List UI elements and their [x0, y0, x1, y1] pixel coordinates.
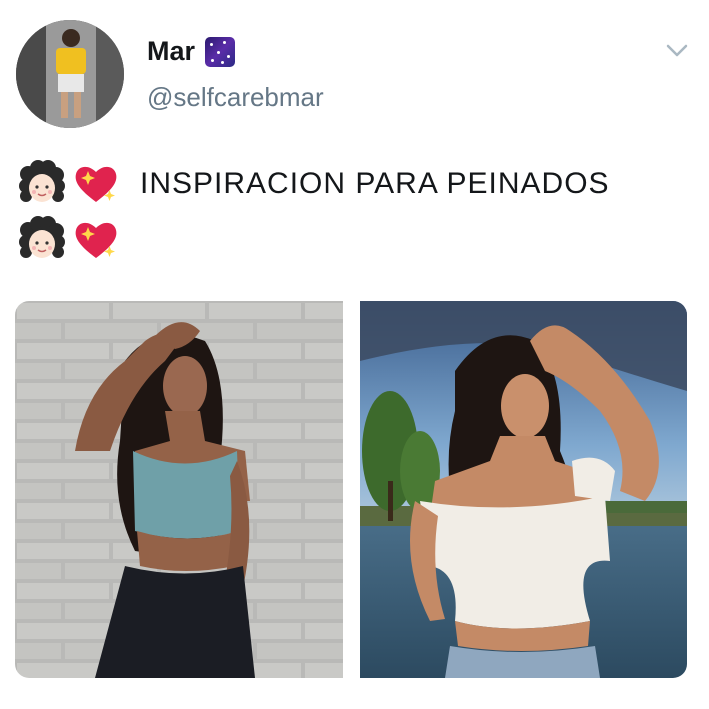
user-handle[interactable]: @selfcarebmar [147, 82, 324, 113]
sparkling-heart-icon [72, 216, 120, 264]
photo-lake-sunset[interactable] [360, 301, 687, 678]
woman-curly-hair-icon [18, 160, 66, 208]
avatar-photo [16, 20, 124, 128]
tweet-line-1: INSPIRACION PARA PEINADOS [18, 160, 610, 208]
tweet-line-2 [18, 216, 126, 264]
milky-way-icon [205, 36, 236, 67]
display-name-text: Mar [147, 36, 196, 66]
chevron-down-icon[interactable] [664, 38, 690, 64]
photo-brick-wall[interactable] [15, 301, 343, 678]
woman-curly-hair-icon [18, 216, 66, 264]
display-name[interactable]: Mar [147, 36, 236, 67]
sparkling-heart-icon [72, 160, 120, 208]
avatar[interactable] [16, 20, 124, 128]
tweet-text: INSPIRACION PARA PEINADOS [140, 167, 610, 200]
